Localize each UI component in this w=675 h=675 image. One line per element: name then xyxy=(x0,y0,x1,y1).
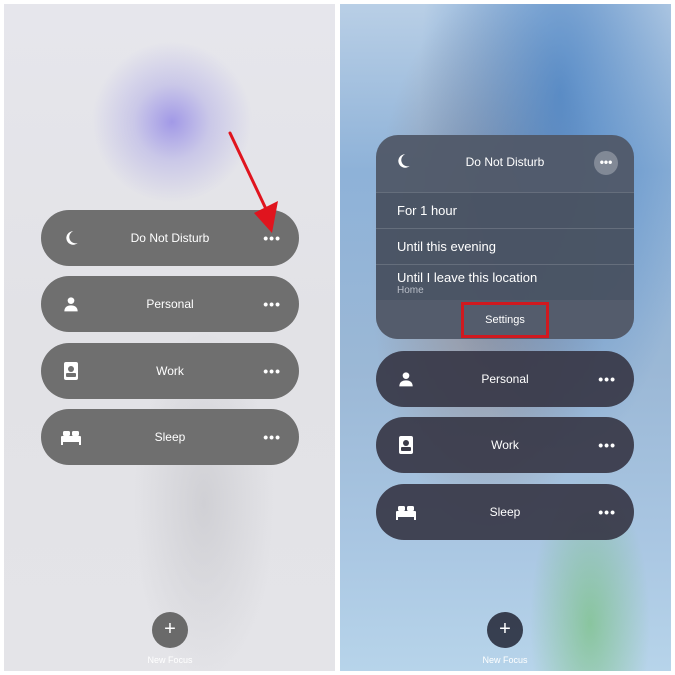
do-not-disturb-expanded-card: Do Not Disturb ••• For 1 hour Until this… xyxy=(376,135,634,339)
focus-item-personal[interactable]: Personal ••• xyxy=(376,351,634,407)
focus-item-label: Personal xyxy=(146,297,194,311)
option-sublabel: Home xyxy=(397,284,424,296)
option-label: Until this evening xyxy=(397,239,496,254)
more-options-button[interactable]: ••• xyxy=(598,371,616,387)
more-options-button[interactable]: ••• xyxy=(263,363,281,379)
more-options-button[interactable]: ••• xyxy=(263,296,281,312)
new-focus-label: New Focus xyxy=(482,655,528,665)
new-focus-label: New Focus xyxy=(147,655,193,665)
focus-item-sleep[interactable]: Sleep ••• xyxy=(41,409,299,465)
plus-icon: + xyxy=(152,612,188,648)
option-label: Until I leave this location xyxy=(397,269,538,285)
focus-item-label: Sleep xyxy=(154,430,186,444)
settings-button[interactable]: Settings xyxy=(461,301,549,338)
plus-icon: + xyxy=(487,612,523,648)
focus-item-label: Personal xyxy=(481,372,529,386)
focus-item-sleep[interactable]: Sleep ••• xyxy=(376,484,634,540)
annotation-arrow-icon xyxy=(228,131,278,233)
settings-label: Settings xyxy=(485,313,525,326)
settings-row: Settings xyxy=(376,300,634,339)
focus-item-personal[interactable]: Personal ••• xyxy=(41,276,299,332)
dnd-header[interactable]: Do Not Disturb ••• xyxy=(376,135,634,192)
more-options-button[interactable]: ••• xyxy=(263,429,281,445)
focus-item-work[interactable]: Work ••• xyxy=(41,343,299,399)
focus-menu-panel-right: Do Not Disturb ••• For 1 hour Until this… xyxy=(340,4,671,671)
more-options-button[interactable]: ••• xyxy=(598,504,616,520)
option-for-1-hour[interactable]: For 1 hour xyxy=(376,192,634,228)
focus-item-label: Work xyxy=(491,438,519,452)
new-focus-button[interactable]: + New Focus xyxy=(130,612,210,665)
more-options-button[interactable]: ••• xyxy=(598,437,616,453)
option-until-leave-location[interactable]: Until I leave this location Home xyxy=(376,264,634,300)
focus-item-label: Work xyxy=(156,364,184,378)
option-label: For 1 hour xyxy=(397,203,457,218)
more-options-button[interactable]: ••• xyxy=(594,151,618,175)
focus-item-label: Sleep xyxy=(489,505,521,519)
focus-menu-panel-left: Do Not Disturb ••• Personal ••• Work •••… xyxy=(4,4,335,671)
new-focus-button[interactable]: + New Focus xyxy=(465,612,545,665)
option-until-this-evening[interactable]: Until this evening xyxy=(376,228,634,264)
focus-item-work[interactable]: Work ••• xyxy=(376,417,634,473)
